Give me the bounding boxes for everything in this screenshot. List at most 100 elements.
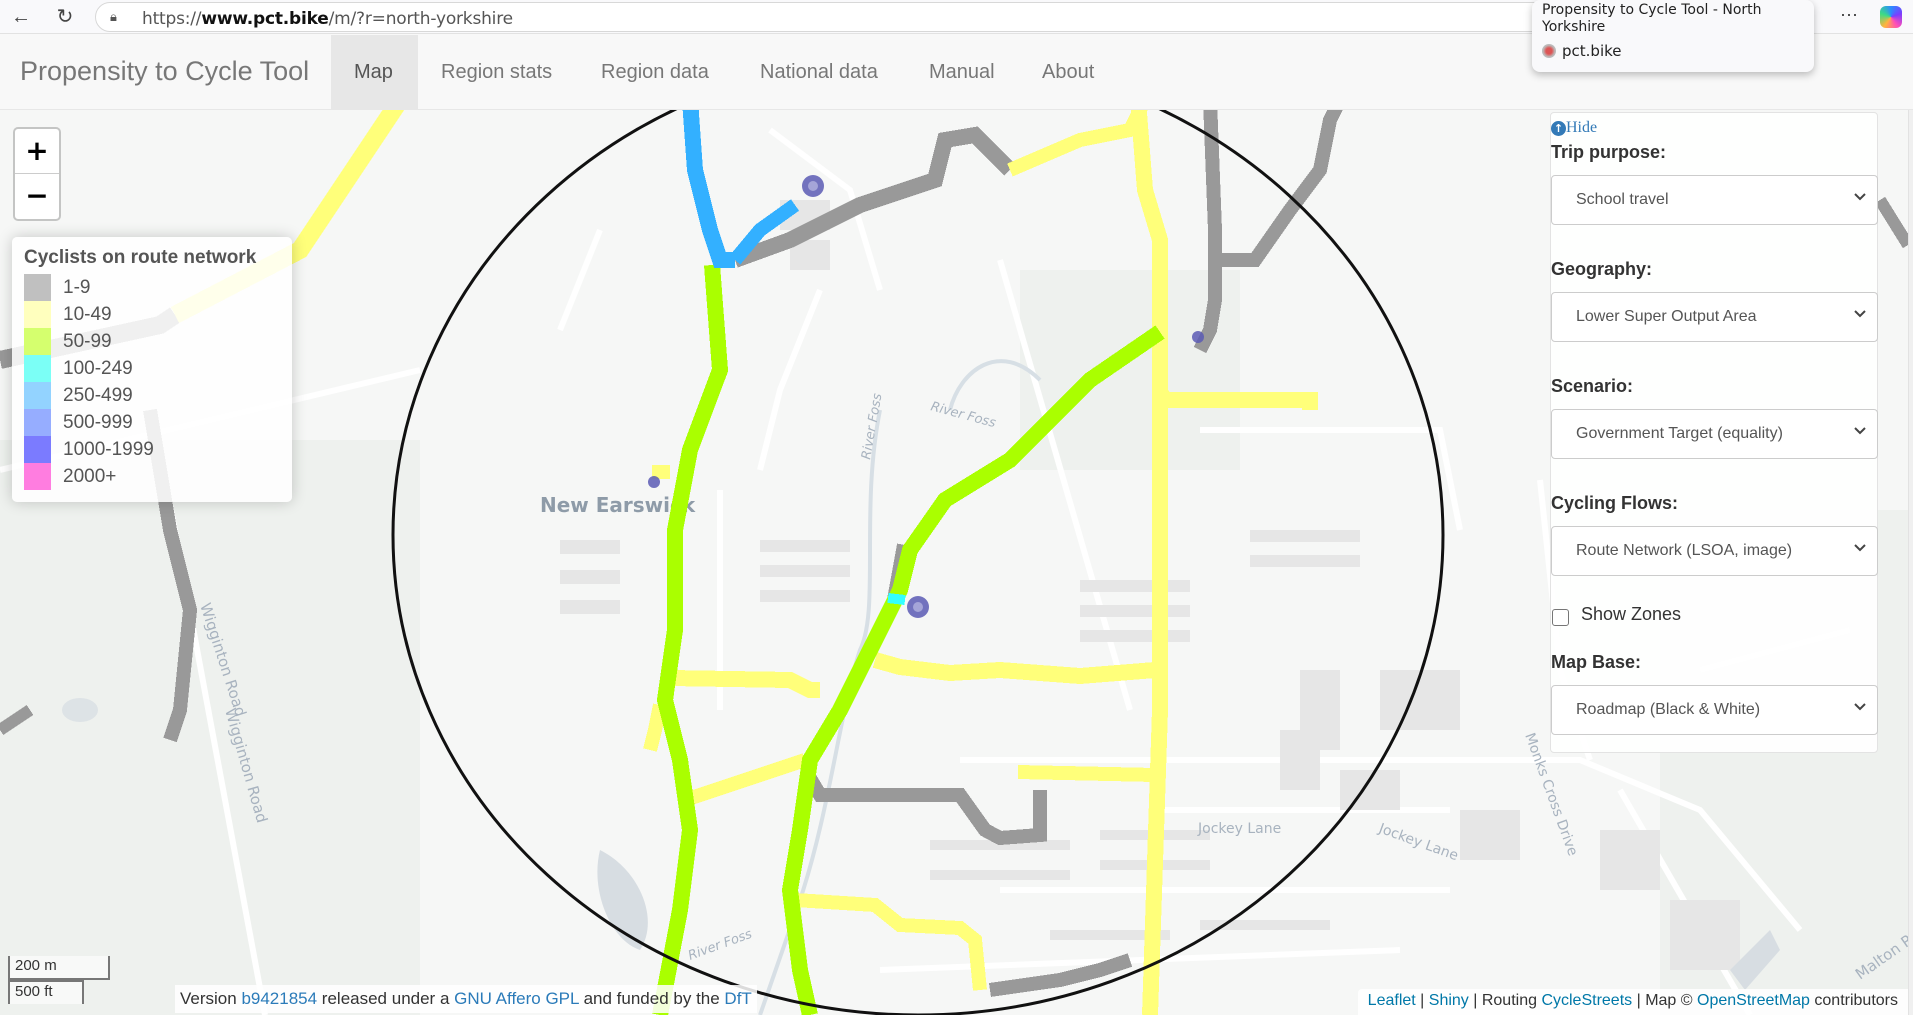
shiny-link[interactable]: Shiny: [1429, 992, 1469, 1009]
version-link[interactable]: b9421854: [241, 989, 317, 1008]
map-base-label: Map Base:: [1551, 652, 1642, 672]
route-segment-yellow: [1017, 765, 1156, 782]
page-scrollbar[interactable]: [1908, 110, 1913, 1015]
cyclestreets-link[interactable]: CycleStreets: [1541, 992, 1632, 1009]
tab-map[interactable]: Map: [331, 35, 418, 110]
geography-label: Geography:: [1551, 259, 1653, 279]
route-segment-yellow: [682, 753, 808, 807]
route-segment-gray: [1874, 196, 1908, 249]
legend-swatch: [24, 436, 51, 463]
buffer-circle-outline: [391, 110, 1445, 1015]
version-info: Version b9421854 released under a GNU Af…: [175, 985, 757, 1013]
route-segment-yellow: [872, 652, 1156, 685]
route-segment-gray: [801, 771, 1047, 846]
legend-item: 50-99: [24, 328, 280, 355]
legend-item: 10-49: [24, 301, 280, 328]
legend-label: 100-249: [63, 357, 133, 379]
reload-icon: ↻: [56, 6, 74, 28]
brand-title[interactable]: Propensity to Cycle Tool: [20, 56, 309, 87]
chevron-down-icon: [1854, 703, 1866, 711]
legend-title: Cyclists on route network: [24, 247, 257, 268]
legend-label: 500-999: [63, 411, 133, 433]
school-marker-center: [808, 181, 818, 191]
hide-panel-link[interactable]: ↑ Hide: [1551, 119, 1877, 137]
legend-label: 1000-1999: [63, 438, 154, 460]
legend-item: 1000-1999: [24, 436, 280, 463]
show-zones-checkbox[interactable]: [1552, 608, 1569, 626]
arrow-left-icon: ←: [11, 6, 31, 28]
tab-region-stats[interactable]: Region stats: [418, 35, 575, 110]
more-menu-button[interactable]: ···: [1840, 4, 1858, 25]
scenario-label: Scenario:: [1551, 376, 1634, 396]
tab-region-data[interactable]: Region data: [578, 35, 732, 110]
legend-label: 10-49: [63, 303, 112, 325]
tab-national-data[interactable]: National data: [737, 35, 901, 110]
openstreetmap-link[interactable]: OpenStreetMap: [1697, 992, 1810, 1009]
back-button[interactable]: ←: [8, 4, 34, 30]
legend-item: 1-9: [24, 274, 280, 301]
route-segment-gray: [0, 705, 34, 735]
chevron-down-icon: [1854, 544, 1866, 552]
reload-button[interactable]: ↻: [52, 4, 78, 30]
dft-link[interactable]: DfT: [724, 989, 751, 1008]
zoom-out-button[interactable]: −: [15, 174, 59, 219]
school-marker-center: [913, 602, 923, 612]
license-link[interactable]: GNU Affero GPL: [454, 989, 579, 1008]
scale-imperial: 500 ft: [8, 980, 84, 1004]
url-text[interactable]: https://www.pct.bike/m/?r=north-yorkshir…: [142, 9, 513, 29]
legend-label: 1-9: [63, 276, 91, 298]
legend-label: 250-499: [63, 384, 133, 406]
legend-label: 2000+: [63, 465, 117, 487]
bike-favicon-icon: [1542, 44, 1556, 58]
geography-select[interactable]: Lower Super Output Area: [1551, 292, 1878, 342]
cycling-flows-label: Cycling Flows:: [1551, 493, 1679, 513]
map-attribution: Leaflet | Shiny | Routing CycleStreets |…: [1357, 989, 1908, 1015]
route-segment-gray: [732, 126, 1016, 268]
legend-swatch: [24, 328, 51, 355]
route-segment-cyan: [887, 593, 906, 605]
arrow-up-circle-icon: ↑: [1551, 120, 1566, 136]
legend-item: 500-999: [24, 409, 280, 436]
route-segment-blue: [682, 110, 735, 268]
scenario-select[interactable]: Government Target (equality): [1551, 409, 1878, 459]
map-base-select[interactable]: Roadmap (Black & White): [1551, 685, 1878, 735]
legend: Cyclists on route network 1-9 10-49 50-99 1…: [12, 237, 292, 502]
leaflet-link[interactable]: Leaflet: [1368, 992, 1416, 1009]
route-segment-gray: [989, 953, 1133, 997]
map-canvas[interactable]: New Earswick River Foss River Foss Wiggi…: [0, 110, 1908, 1015]
legend-item: 100-249: [24, 355, 280, 382]
route-segment-gray: [1193, 110, 1222, 354]
legend-item: 250-499: [24, 382, 280, 409]
chevron-down-icon: [1854, 193, 1866, 201]
copilot-icon[interactable]: [1880, 6, 1902, 28]
zoom-control: + −: [13, 127, 61, 221]
cycling-flows-select[interactable]: Route Network (LSOA, image): [1551, 526, 1878, 576]
tab-tooltip: Propensity to Cycle Tool - North Yorkshi…: [1532, 0, 1814, 72]
school-marker-icon[interactable]: [648, 476, 660, 488]
tab-manual[interactable]: Manual: [906, 35, 1018, 110]
route-segment-yellow: [669, 670, 820, 698]
scale-metric: 200 m: [8, 956, 110, 980]
school-marker-icon[interactable]: [1192, 331, 1204, 343]
chevron-down-icon: [1854, 310, 1866, 318]
controls-panel: ↑ Hide Trip purpose: School travel Geogr…: [1550, 112, 1878, 753]
trip-purpose-select[interactable]: School travel: [1551, 175, 1878, 225]
tab-about[interactable]: About: [1019, 35, 1117, 110]
chevron-down-icon: [1854, 427, 1866, 435]
legend-swatch: [24, 463, 51, 490]
address-bar[interactable]: 🔒︎ https://www.pct.bike/m/?r=north-yorks…: [95, 2, 1575, 32]
route-segment-yellow: [1153, 387, 1318, 410]
route-segment-yellow: [1130, 110, 1168, 1015]
legend-swatch: [24, 274, 51, 301]
show-zones-label[interactable]: Show Zones: [1581, 604, 1681, 625]
legend-swatch: [24, 355, 51, 382]
legend-label: 50-99: [63, 330, 112, 352]
lock-icon: 🔒︎: [110, 9, 117, 24]
zoom-in-button[interactable]: +: [15, 129, 59, 174]
legend-swatch: [24, 382, 51, 409]
trip-purpose-label: Trip purpose:: [1551, 142, 1667, 162]
route-segment-green: [652, 264, 729, 1015]
route-segment-yellow: [794, 893, 987, 991]
tooltip-title: Propensity to Cycle Tool - North Yorkshi…: [1542, 2, 1762, 35]
legend-swatch: [24, 301, 51, 328]
